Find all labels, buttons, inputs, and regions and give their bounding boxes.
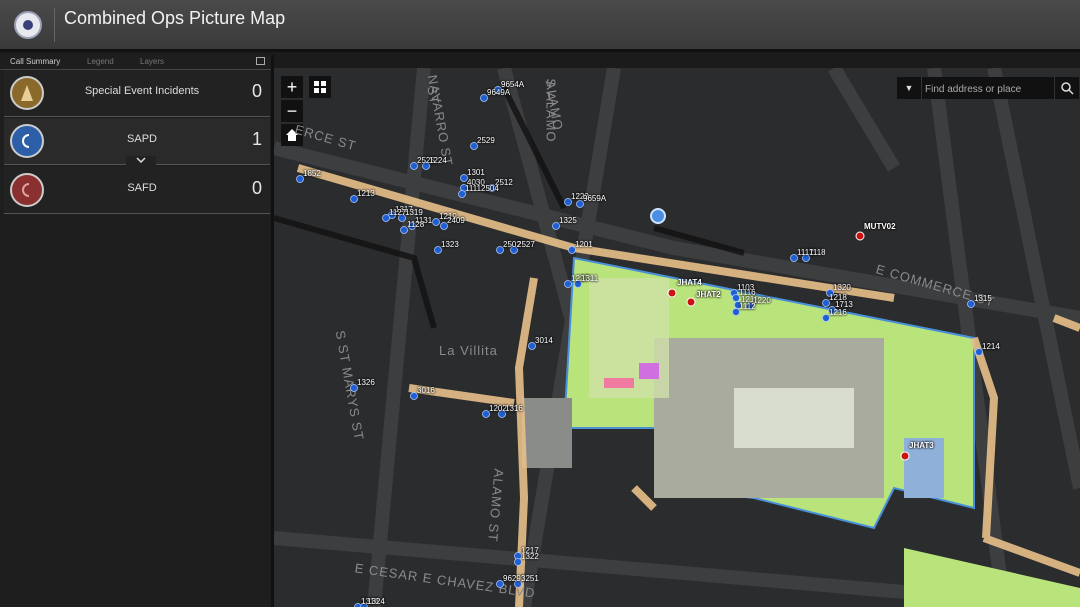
- unit-marker[interactable]: [350, 195, 358, 203]
- special-event-icon: [10, 76, 44, 110]
- unit-marker[interactable]: [732, 294, 740, 302]
- app-header: Combined Ops Picture Map: [0, 0, 1080, 52]
- unit-marker[interactable]: [410, 392, 418, 400]
- unit-marker[interactable]: [408, 222, 416, 230]
- row-count: 0: [251, 178, 262, 198]
- unit-marker[interactable]: [967, 300, 975, 308]
- unit-marker[interactable]: [458, 190, 466, 198]
- unit-marker[interactable]: [574, 280, 582, 288]
- unit-marker[interactable]: [790, 254, 798, 262]
- chevron-down-icon[interactable]: [126, 156, 156, 168]
- call-summary-panel: Call Summary Legend Layers Special Event…: [0, 55, 274, 607]
- unit-marker[interactable]: [732, 308, 740, 316]
- unit-marker[interactable]: [482, 410, 490, 418]
- row-count: 0: [251, 81, 262, 101]
- unit-marker[interactable]: [510, 246, 518, 254]
- incident-label: MUTV02: [864, 222, 896, 231]
- unit-marker[interactable]: [734, 301, 742, 309]
- unit-marker[interactable]: [496, 246, 504, 254]
- tab-call-summary[interactable]: Call Summary: [10, 57, 60, 66]
- minimize-icon[interactable]: [256, 57, 265, 65]
- tab-layers[interactable]: Layers: [140, 57, 164, 66]
- unit-marker[interactable]: [382, 214, 390, 222]
- unit-marker[interactable]: [568, 246, 576, 254]
- row-safd[interactable]: SAFD 0: [4, 167, 270, 214]
- unit-marker[interactable]: [400, 226, 408, 234]
- row-label: Special Event Incidents: [84, 85, 200, 97]
- unit-marker[interactable]: [564, 198, 572, 206]
- unit-marker[interactable]: [746, 302, 754, 310]
- header-divider: [54, 8, 55, 42]
- panel-tabs: Call Summary Legend Layers: [0, 55, 271, 70]
- unit-marker[interactable]: [528, 342, 536, 350]
- app-title: Combined Ops Picture Map: [64, 8, 286, 28]
- unit-marker[interactable]: [296, 175, 304, 183]
- unit-marker[interactable]: [432, 218, 440, 226]
- unit-marker[interactable]: [576, 200, 584, 208]
- police-icon: [10, 124, 44, 158]
- unit-marker[interactable]: [514, 558, 522, 566]
- unit-marker[interactable]: [822, 314, 830, 322]
- unit-marker[interactable]: [975, 348, 983, 356]
- incident-label: JHAT3: [909, 441, 934, 450]
- unit-marker[interactable]: [802, 254, 810, 262]
- unit-markers: [296, 86, 983, 607]
- row-sapd[interactable]: SAPD 1: [4, 118, 270, 168]
- unit-marker[interactable]: [828, 306, 836, 314]
- unit-marker[interactable]: [498, 410, 506, 418]
- row-label: SAFD: [127, 182, 157, 194]
- unit-marker[interactable]: [480, 94, 488, 102]
- unit-marker[interactable]: [434, 246, 442, 254]
- tab-legend[interactable]: Legend: [87, 57, 114, 66]
- unit-marker[interactable]: [552, 222, 560, 230]
- map-view[interactable]: + − ▼ E COMMERCE ST ALAMO ST S ST MARYS …: [274, 68, 1080, 607]
- unit-marker[interactable]: [514, 580, 522, 588]
- unit-marker[interactable]: [564, 280, 572, 288]
- unit-marker[interactable]: [350, 384, 358, 392]
- unit-marker[interactable]: [488, 184, 496, 192]
- unit-marker[interactable]: [460, 174, 468, 182]
- unit-marker[interactable]: [410, 162, 418, 170]
- unit-marker[interactable]: [422, 162, 430, 170]
- unit-marker[interactable]: [822, 299, 830, 307]
- unit-marker[interactable]: [470, 142, 478, 150]
- city-seal-logo: [14, 11, 42, 39]
- incident-label: JHAT4: [677, 278, 702, 287]
- unit-marker[interactable]: [826, 289, 834, 297]
- row-special-event[interactable]: Special Event Incidents 0: [4, 70, 270, 117]
- unit-marker[interactable]: [440, 222, 448, 230]
- row-label: SAPD: [127, 133, 157, 145]
- unit-marker[interactable]: [360, 603, 368, 607]
- row-count: 1: [251, 129, 262, 149]
- unit-marker[interactable]: [494, 86, 502, 94]
- unit-marker[interactable]: [398, 214, 406, 222]
- unit-marker[interactable]: [496, 580, 504, 588]
- fire-icon: [10, 173, 44, 207]
- incident-label: JHAT2: [696, 290, 721, 299]
